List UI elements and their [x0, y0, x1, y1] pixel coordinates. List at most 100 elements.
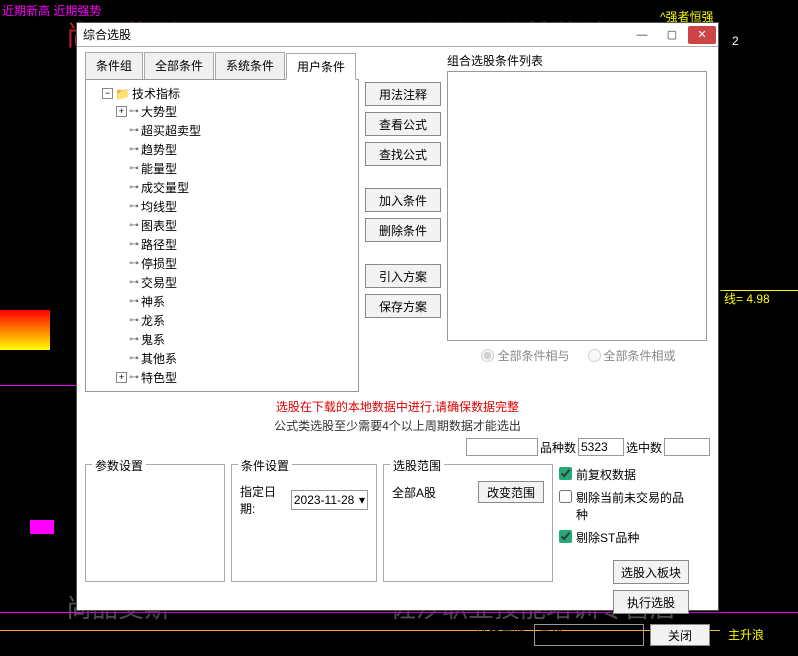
tree-root-label: 技术指标 — [132, 85, 180, 102]
count-selected-input[interactable] — [664, 438, 710, 456]
bg-main-wave: 主升浪 — [728, 626, 764, 643]
close-button[interactable]: 关闭 — [650, 624, 710, 646]
close-window-button[interactable]: ✕ — [688, 26, 716, 44]
tab-user[interactable]: 用户条件 — [286, 53, 356, 80]
tree-item[interactable]: ⊶ 鬼系 — [116, 331, 356, 348]
view-formula-button[interactable]: 查看公式 — [365, 112, 441, 136]
tab-groups[interactable]: 条件组 — [85, 52, 143, 79]
key-icon: ⊶ — [129, 144, 139, 155]
key-icon: ⊶ — [129, 296, 139, 307]
import-plan-button[interactable]: 引入方案 — [365, 264, 441, 288]
condition-list-label: 组合选股条件列表 — [447, 52, 710, 69]
tree-item-label: 能量型 — [141, 160, 177, 177]
condition-list[interactable] — [447, 71, 707, 341]
key-icon: ⊶ — [129, 334, 139, 345]
bg-line-3 — [0, 385, 76, 386]
del-condition-button[interactable]: 删除条件 — [365, 218, 441, 242]
tree-item[interactable]: ⊶ 停损型 — [116, 255, 356, 272]
range-fieldset: 选股范围 全部A股 改变范围 — [383, 464, 553, 582]
tree-item-label: 成交量型 — [141, 179, 189, 196]
minimize-button[interactable]: — — [628, 26, 656, 44]
bg-candle-2 — [30, 520, 54, 534]
tree-item[interactable]: ⊶ 路径型 — [116, 236, 356, 253]
tree-item-label: 路径型 — [141, 236, 177, 253]
titlebar[interactable]: 综合选股 — ▢ ✕ — [77, 23, 718, 47]
check-remove-notrade[interactable]: 剔除当前未交易的品种 — [559, 489, 689, 523]
tab-all[interactable]: 全部条件 — [144, 52, 214, 79]
range-legend: 选股范围 — [390, 457, 444, 474]
tree-item-label: 神系 — [141, 293, 165, 310]
tree-item-label: 大势型 — [141, 103, 177, 120]
formula-buttons: 用法注释 查看公式 查找公式 加入条件 删除条件 引入方案 保存方案 — [365, 52, 441, 392]
tree-item-label: 其他系 — [141, 350, 177, 367]
save-plan-button[interactable]: 保存方案 — [365, 294, 441, 318]
tree-item-label: 交易型 — [141, 274, 177, 291]
to-block-button[interactable]: 选股入板块 — [613, 560, 689, 584]
key-icon: ⊶ — [129, 201, 139, 212]
info-message: 公式类选股至少需要4个以上周期数据才能选出 — [85, 417, 710, 434]
cond-fieldset: 条件设置 指定日期: 2023-11-28 ▾ — [231, 464, 377, 582]
tree-item[interactable]: ⊶ 其他系 — [116, 350, 356, 367]
count-label-2: 选中数 — [626, 439, 662, 456]
key-icon: ⊶ — [129, 277, 139, 288]
expand-icon[interactable]: + — [116, 106, 127, 117]
find-formula-button[interactable]: 查找公式 — [365, 142, 441, 166]
tree-item[interactable]: ⊶ 交易型 — [116, 274, 356, 291]
bg-candle-1 — [0, 310, 50, 350]
collapse-icon[interactable]: − — [102, 88, 113, 99]
change-range-button[interactable]: 改变范围 — [478, 481, 544, 503]
key-icon: ⊶ — [129, 258, 139, 269]
radio-or-label: 全部条件相或 — [604, 347, 676, 364]
count-total-input[interactable] — [578, 438, 624, 456]
key-icon: ⊶ — [129, 182, 139, 193]
range-value: 全部A股 — [392, 484, 436, 501]
period-select[interactable]: 日线 ▾ — [534, 624, 644, 646]
bg-line-4 — [720, 290, 798, 291]
chevron-down-icon: ▾ — [359, 493, 365, 507]
tree-item-label: 均线型 — [141, 198, 177, 215]
key-icon: ⊶ — [129, 372, 139, 383]
bg-num: 2 — [732, 34, 739, 48]
date-input[interactable]: 2023-11-28 ▾ — [291, 490, 368, 510]
tree-item[interactable]: ⊶ 均线型 — [116, 198, 356, 215]
tree-item-label: 鬼系 — [141, 331, 165, 348]
expand-icon[interactable]: + — [116, 372, 127, 383]
param-fieldset: 参数设置 — [85, 464, 225, 582]
indicator-tree[interactable]: − 📁 技术指标 +⊶ 大势型⊶ 超买超卖型⊶ 趋势型⊶ 能量型⊶ 成交量型⊶ … — [85, 79, 359, 392]
extra-input[interactable] — [466, 438, 538, 456]
check-fq-label: 前复权数据 — [576, 466, 636, 483]
folder-icon: 📁 — [115, 87, 130, 101]
tree-item[interactable]: ⊶ 图表型 — [116, 217, 356, 234]
tree-item[interactable]: ⊶ 能量型 — [116, 160, 356, 177]
tree-item[interactable]: +⊶ 特色型 — [116, 369, 356, 386]
tab-system[interactable]: 系统条件 — [215, 52, 285, 79]
tree-item[interactable]: ⊶ 趋势型 — [116, 141, 356, 158]
bg-line-eq: 线= 4.98 — [724, 290, 770, 307]
tabs: 条件组 全部条件 系统条件 用户条件 — [85, 52, 359, 79]
key-icon: ⊶ — [129, 106, 139, 117]
period-value: 日线 — [539, 627, 563, 644]
tree-item[interactable]: ⊶ 龙系 — [116, 312, 356, 329]
check-fq[interactable]: 前复权数据 — [559, 466, 689, 483]
maximize-button[interactable]: ▢ — [658, 26, 686, 44]
check-remove-st[interactable]: 剔除ST品种 — [559, 529, 689, 546]
tree-item[interactable]: ⊶ 超买超卖型 — [116, 122, 356, 139]
chevron-down-icon: ▾ — [633, 628, 639, 642]
add-condition-button[interactable]: 加入条件 — [365, 188, 441, 212]
execute-button[interactable]: 执行选股 — [613, 590, 689, 614]
tree-item[interactable]: ⊶ 神系 — [116, 293, 356, 310]
window-title: 综合选股 — [83, 26, 628, 43]
radio-or[interactable]: 全部条件相或 — [588, 347, 676, 364]
key-icon: ⊶ — [129, 239, 139, 250]
usage-button[interactable]: 用法注释 — [365, 82, 441, 106]
key-icon: ⊶ — [129, 353, 139, 364]
radio-and[interactable]: 全部条件相与 — [481, 347, 569, 364]
period-label: 选股周期: — [477, 627, 528, 644]
key-icon: ⊶ — [129, 125, 139, 136]
radio-and-label: 全部条件相与 — [497, 347, 569, 364]
tree-item[interactable]: +⊶ 大势型 — [116, 103, 356, 120]
date-label: 指定日期: — [240, 483, 287, 517]
warning-message: 选股在下载的本地数据中进行,请确保数据完整 — [85, 398, 710, 415]
tree-root[interactable]: − 📁 技术指标 — [102, 85, 356, 102]
tree-item[interactable]: ⊶ 成交量型 — [116, 179, 356, 196]
